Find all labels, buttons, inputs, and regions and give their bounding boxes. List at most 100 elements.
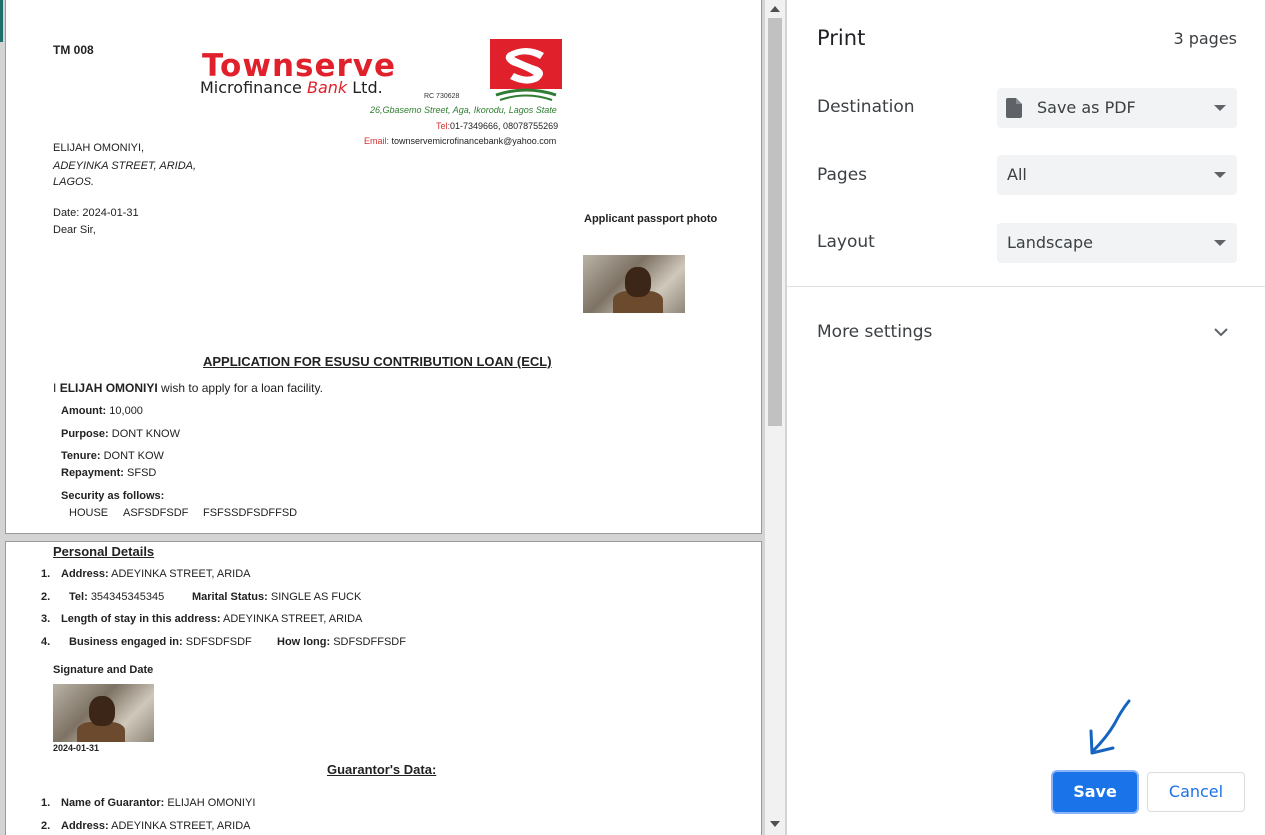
personal-stay-value: ADEYINKA STREET, ARIDA	[222, 613, 363, 625]
guarantor-address-value: ADEYINKA STREET, ARIDA	[111, 820, 251, 832]
file-icon	[1006, 98, 1022, 118]
amount-row: Amount: 10,000	[61, 405, 143, 417]
security-label: Security as follows:	[61, 490, 165, 502]
more-settings-label: More settings	[817, 322, 933, 342]
scroll-thumb[interactable]	[768, 18, 782, 426]
window-edge	[0, 0, 3, 42]
repayment-label: Repayment:	[61, 467, 124, 479]
personal-address-value: ADEYINKA STREET, ARIDA	[111, 568, 251, 580]
tenure-value: DONT KOW	[103, 450, 164, 462]
guarantor-name-label: Name of Guarantor:	[61, 797, 165, 809]
passport-photo	[583, 255, 685, 313]
application-heading: APPLICATION FOR ESUSU CONTRIBUTION LOAN …	[203, 354, 552, 369]
personal-tel-value: 354345345345	[90, 591, 165, 603]
scroll-down-icon[interactable]	[770, 821, 780, 827]
recipient-name: ELIJAH OMONIYI,	[53, 142, 145, 154]
list-number: 3.	[41, 613, 51, 625]
personal-business-value: SDFSDFSDF	[185, 636, 252, 648]
preview-page-2: Personal Details 1. Address: ADEYINKA ST…	[6, 542, 761, 835]
chevron-down-icon	[1214, 328, 1228, 337]
print-settings-panel: Print 3 pages Destination Save as PDF Pa…	[787, 0, 1265, 835]
pages-select[interactable]: All	[997, 155, 1237, 195]
bank-logo-icon	[488, 37, 564, 103]
security-item: HOUSE	[69, 507, 109, 519]
bank-tel: Tel:01-7349666, 08078755269	[436, 121, 558, 131]
more-settings-toggle[interactable]: More settings	[787, 306, 1265, 358]
bank-subtitle: Microfinance Bank Ltd.	[200, 78, 383, 97]
security-item: ASFSDFSDF	[123, 507, 189, 519]
scroll-up-icon[interactable]	[770, 6, 780, 12]
security-item: FSFSSDFSDFFSD	[203, 507, 298, 519]
personal-howlong-label: How long:	[277, 636, 331, 648]
print-preview: TM 008 Townserve Microfinance Bank Ltd. …	[0, 0, 787, 835]
personal-marital-value: SINGLE AS FUCK	[270, 591, 362, 603]
purpose-row: Purpose: DONT KNOW	[61, 428, 180, 440]
preview-page-1: TM 008 Townserve Microfinance Bank Ltd. …	[6, 0, 761, 533]
repayment-value: SFSD	[127, 467, 157, 479]
annotation-arrow-icon	[1089, 699, 1131, 755]
page-count: 3 pages	[1173, 29, 1237, 48]
bank-sub-microfinance: Microfinance	[200, 78, 302, 97]
recipient-street: ADEYINKA STREET, ARIDA,	[53, 160, 197, 172]
personal-business-label: Business engaged in:	[69, 636, 183, 648]
signature-label: Signature and Date	[53, 664, 154, 676]
preview-scrollbar[interactable]	[765, 0, 785, 835]
intro-name: ELIJAH OMONIYI	[59, 381, 158, 395]
list-number: 1.	[41, 797, 51, 809]
guarantor-name: Name of Guarantor: ELIJAH OMONIYI	[61, 797, 255, 809]
personal-marital: Marital Status: SINGLE AS FUCK	[192, 591, 361, 603]
personal-marital-label: Marital Status:	[192, 591, 268, 603]
bank-email: Email: townservemicrofinancebank@yahoo.c…	[364, 136, 556, 146]
bank-email-label: Email:	[364, 136, 390, 146]
print-title: Print	[817, 26, 866, 50]
pages-label: Pages	[817, 165, 868, 185]
letter-date: Date: 2024-01-31	[53, 207, 139, 219]
personal-address-label: Address:	[61, 568, 109, 580]
tenure-label: Tenure:	[61, 450, 101, 462]
destination-select[interactable]: Save as PDF	[997, 88, 1237, 128]
passport-label: Applicant passport photo	[584, 213, 718, 225]
bank-address: 26,Gbasemo Street, Aga, Ikorodu, Lagos S…	[370, 105, 557, 115]
cancel-button[interactable]: Cancel	[1147, 772, 1245, 812]
list-number: 4.	[41, 636, 51, 648]
list-number: 2.	[41, 820, 51, 832]
purpose-value: DONT KNOW	[111, 428, 180, 440]
save-button[interactable]: Save	[1053, 772, 1137, 812]
intro-prefix: I	[53, 381, 57, 395]
intro-line: I ELIJAH OMONIYI wish to apply for a loa…	[53, 381, 323, 395]
chevron-down-icon	[1214, 240, 1226, 246]
personal-business: Business engaged in: SDFSDFSDF	[69, 636, 252, 648]
signature-date: 2024-01-31	[53, 743, 100, 753]
destination-label: Destination	[817, 97, 915, 117]
purpose-label: Purpose:	[61, 428, 109, 440]
divider	[787, 286, 1265, 287]
form-code: TM 008	[53, 43, 94, 57]
bank-rc: RC 730628	[424, 93, 460, 100]
intro-suffix: wish to apply for a loan facility.	[161, 381, 323, 395]
recipient-city: LAGOS.	[53, 176, 94, 188]
tenure-row: Tenure: DONT KOW	[61, 450, 164, 462]
personal-address: Address: ADEYINKA STREET, ARIDA	[61, 568, 251, 580]
personal-howlong: How long: SDFSDFFSDF	[277, 636, 406, 648]
bank-sub-ltd: Ltd.	[352, 78, 383, 97]
personal-heading: Personal Details	[53, 544, 155, 559]
bank-tel-value: 01-7349666, 08078755269	[450, 121, 559, 131]
amount-label: Amount:	[61, 405, 107, 417]
guarantor-name-value: ELIJAH OMONIYI	[167, 797, 256, 809]
repayment-row: Repayment: SFSD	[61, 467, 156, 479]
layout-label: Layout	[817, 232, 875, 252]
amount-value: 10,000	[109, 405, 143, 417]
guarantor-address-label: Address:	[61, 820, 109, 832]
personal-stay: Length of stay in this address: ADEYINKA…	[61, 613, 362, 625]
bank-sub-bank: Bank	[306, 78, 348, 97]
guarantor-heading: Guarantor's Data:	[327, 762, 437, 777]
personal-stay-label: Length of stay in this address:	[61, 613, 221, 625]
bank-tel-label: Tel:	[436, 121, 451, 131]
signature-image	[53, 684, 154, 742]
chevron-down-icon	[1214, 105, 1226, 111]
layout-select[interactable]: Landscape	[997, 223, 1237, 263]
list-number: 2.	[41, 591, 51, 603]
personal-howlong-value: SDFSDFFSDF	[333, 636, 406, 648]
chevron-down-icon	[1214, 172, 1226, 178]
destination-value: Save as PDF	[1037, 98, 1136, 117]
